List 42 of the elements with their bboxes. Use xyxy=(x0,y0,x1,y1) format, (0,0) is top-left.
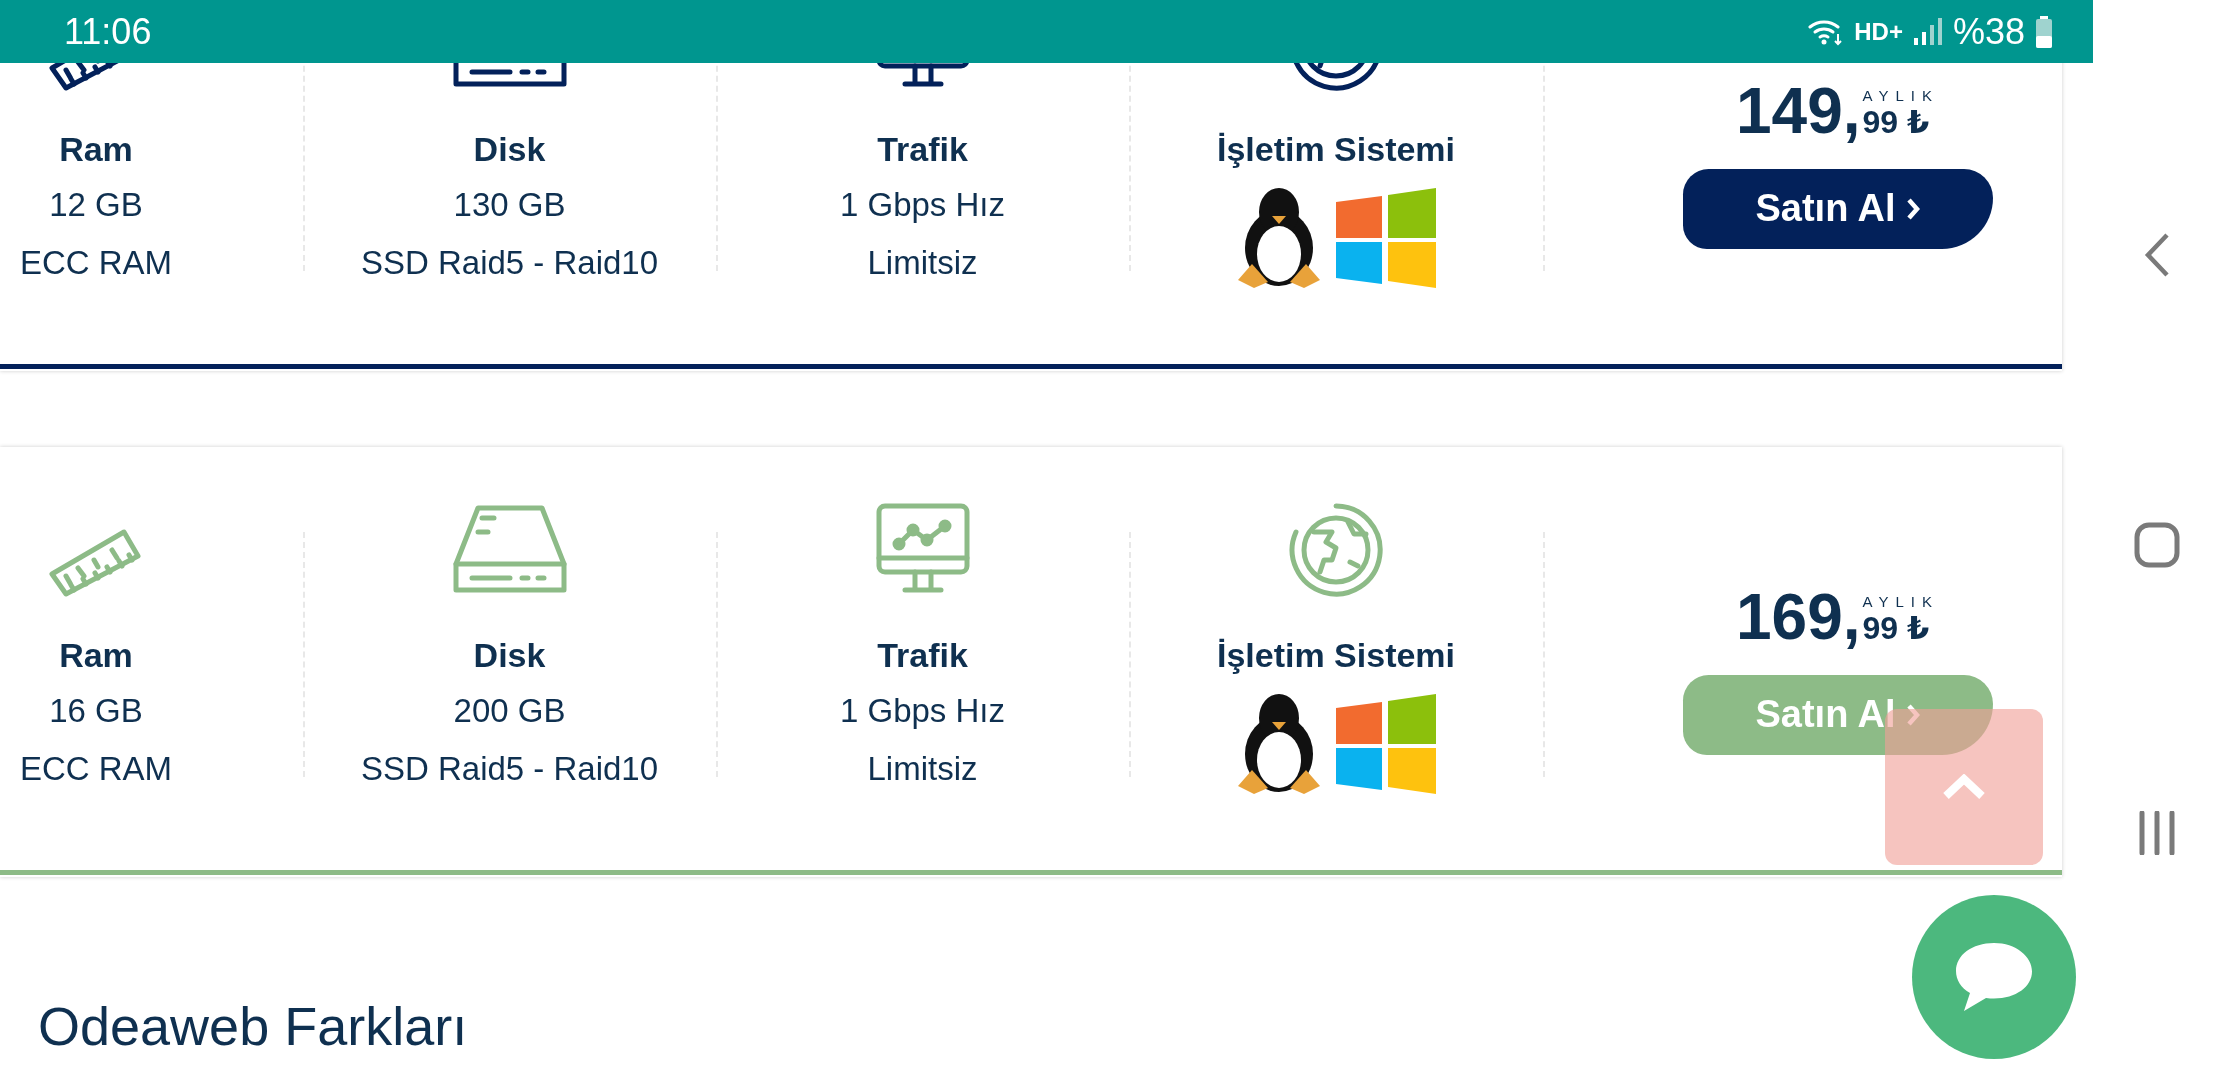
section-heading: Odeaweb Farkları xyxy=(38,995,469,1057)
spec-value: SSD Raid5 - Raid10 xyxy=(360,243,659,283)
memory-stick-icon xyxy=(48,528,144,598)
back-button[interactable] xyxy=(2142,232,2171,278)
chevron-right-icon xyxy=(1905,196,1920,221)
price-amount: 149, xyxy=(1736,78,1861,143)
spec-value: 12 GB xyxy=(49,185,143,225)
spec-title: Ram xyxy=(59,635,133,676)
price-amount: 169, xyxy=(1736,584,1861,649)
billing-period: AYLIK xyxy=(1862,86,1939,105)
chevron-up-icon xyxy=(1942,774,1986,800)
spec-title: İşletim Sistemi xyxy=(1216,635,1456,676)
spec-title: Disk xyxy=(473,635,546,676)
spec-value: 1 Gbps Hız xyxy=(839,185,1006,225)
spec-value: ECC RAM xyxy=(19,749,173,789)
spec-value: SSD Raid5 - Raid10 xyxy=(360,749,659,789)
price-fraction: 99 ₺ xyxy=(1862,610,1930,645)
billing-period: AYLIK xyxy=(1862,592,1939,611)
spec-value: Limitsiz xyxy=(867,243,978,283)
battery-level: %38 xyxy=(1952,10,2025,53)
spec-title: Ram xyxy=(59,129,133,170)
buy-button[interactable]: Satın Al xyxy=(1682,168,1993,249)
signal-icon xyxy=(1912,17,1943,46)
spec-value: 1 Gbps Hız xyxy=(839,691,1006,731)
battery-icon xyxy=(2035,15,2053,48)
chevron-right-icon xyxy=(1905,702,1920,727)
network-type: HD+ xyxy=(1854,17,1903,46)
spec-value: 16 GB xyxy=(49,691,143,731)
spec-title: Disk xyxy=(473,129,546,170)
spec-value: Limitsiz xyxy=(867,749,978,789)
spec-title: Trafik xyxy=(877,129,968,170)
globe-icon xyxy=(1288,502,1384,598)
chevron-left-icon xyxy=(2142,232,2171,278)
price-fraction: 99 ₺ xyxy=(1862,104,1930,139)
spec-value: 200 GB xyxy=(453,691,566,731)
spec-title: İşletim Sistemi xyxy=(1216,129,1456,170)
spec-title: Trafik xyxy=(877,635,968,676)
home-button[interactable] xyxy=(2133,521,2180,568)
rounded-square-icon xyxy=(2133,521,2180,568)
spec-value: ECC RAM xyxy=(19,243,173,283)
spec-value: 130 GB xyxy=(453,185,566,225)
clock: 11:06 xyxy=(64,10,152,53)
